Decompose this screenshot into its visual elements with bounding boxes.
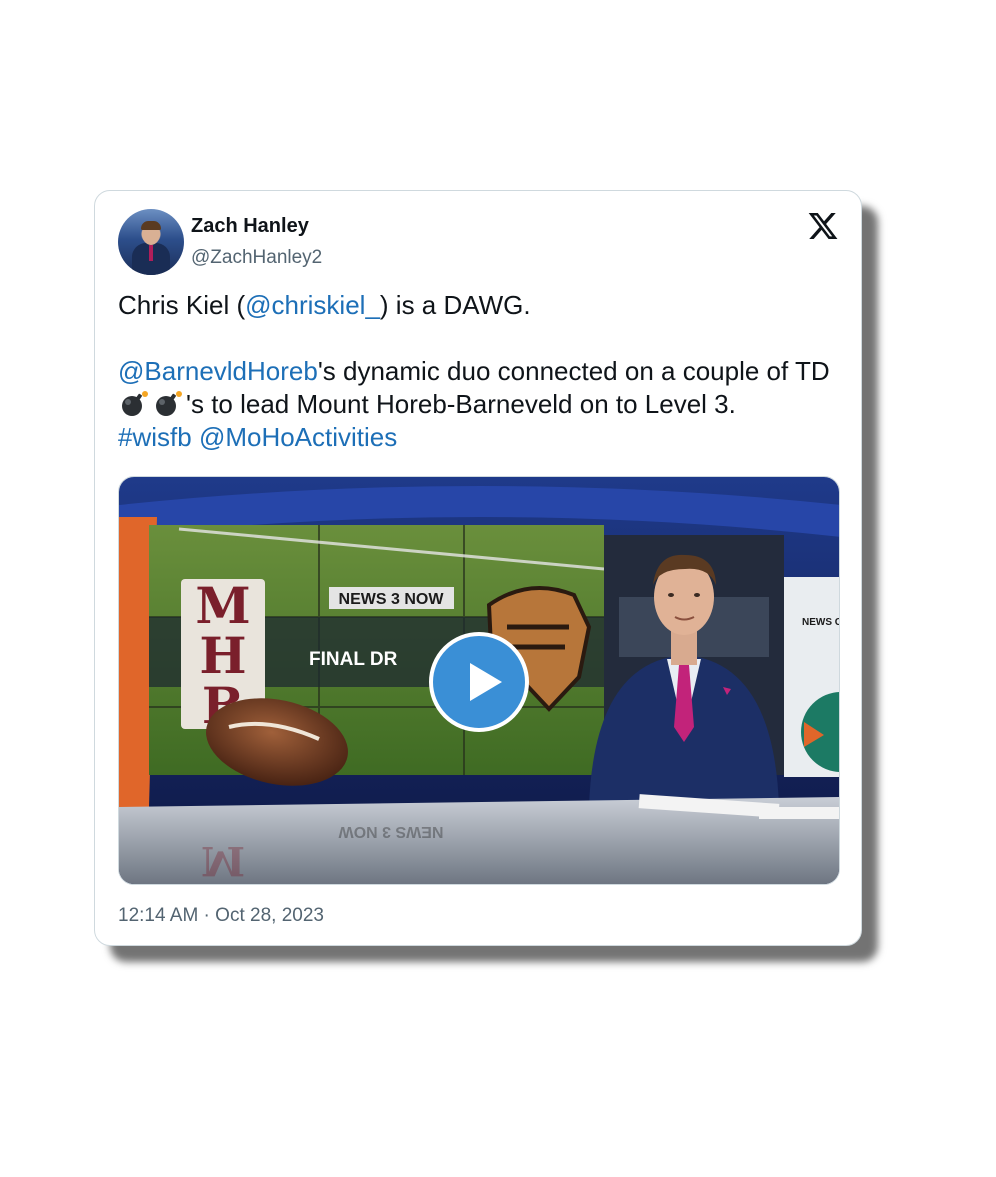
- news3now-reflection: NEWS 3 NOW: [338, 823, 444, 840]
- tweet-timestamp[interactable]: 12:14 AM · Oct 28, 2023: [118, 905, 324, 927]
- news3now-logo: NEWS 3 NOW: [339, 591, 445, 608]
- mention-mohoactivities-link[interactable]: @MoHoActivities: [199, 422, 397, 452]
- mention-chriskiel-link[interactable]: @chriskiel_: [245, 290, 380, 320]
- tweet-text-line2-end: 's to lead Mount Horeb-Barneveld on to L…: [186, 389, 736, 419]
- hashtag-wisfb-link[interactable]: #wisfb: [118, 422, 192, 452]
- mention-barnevldhoreb-link[interactable]: @BarnevldHoreb: [118, 356, 318, 386]
- tweet-card: Zach Hanley @ZachHanley2 Chris Kiel (@ch…: [94, 190, 862, 946]
- author-avatar[interactable]: [118, 209, 184, 275]
- avatar-hair: [141, 221, 161, 230]
- play-button[interactable]: [429, 632, 529, 732]
- tweet-text-line1-post: ) is a DAWG.: [379, 290, 531, 320]
- tweet-text: Chris Kiel (@chriskiel_) is a DAWG. @Bar…: [118, 289, 843, 454]
- author-handle[interactable]: @ZachHanley2: [191, 247, 322, 269]
- x-logo-icon[interactable]: [807, 210, 839, 242]
- side-screen-label: NEWS CHANN: [802, 617, 840, 628]
- author-name[interactable]: Zach Hanley: [191, 215, 309, 238]
- video-thumbnail[interactable]: M H B NEWS 3 NOW FINAL DR NEWS CHANN: [118, 476, 840, 885]
- final-drive-label: FINAL DR: [309, 649, 398, 670]
- bomb-icon: [122, 391, 148, 416]
- tweet-text-line2-mid: 's dynamic duo connected on a couple of …: [317, 356, 830, 386]
- bomb-icon: [156, 391, 182, 416]
- tweet-text-line1-pre: Chris Kiel (: [118, 290, 246, 320]
- avatar-tie: [149, 245, 153, 261]
- mhb-reflection: M: [201, 837, 245, 884]
